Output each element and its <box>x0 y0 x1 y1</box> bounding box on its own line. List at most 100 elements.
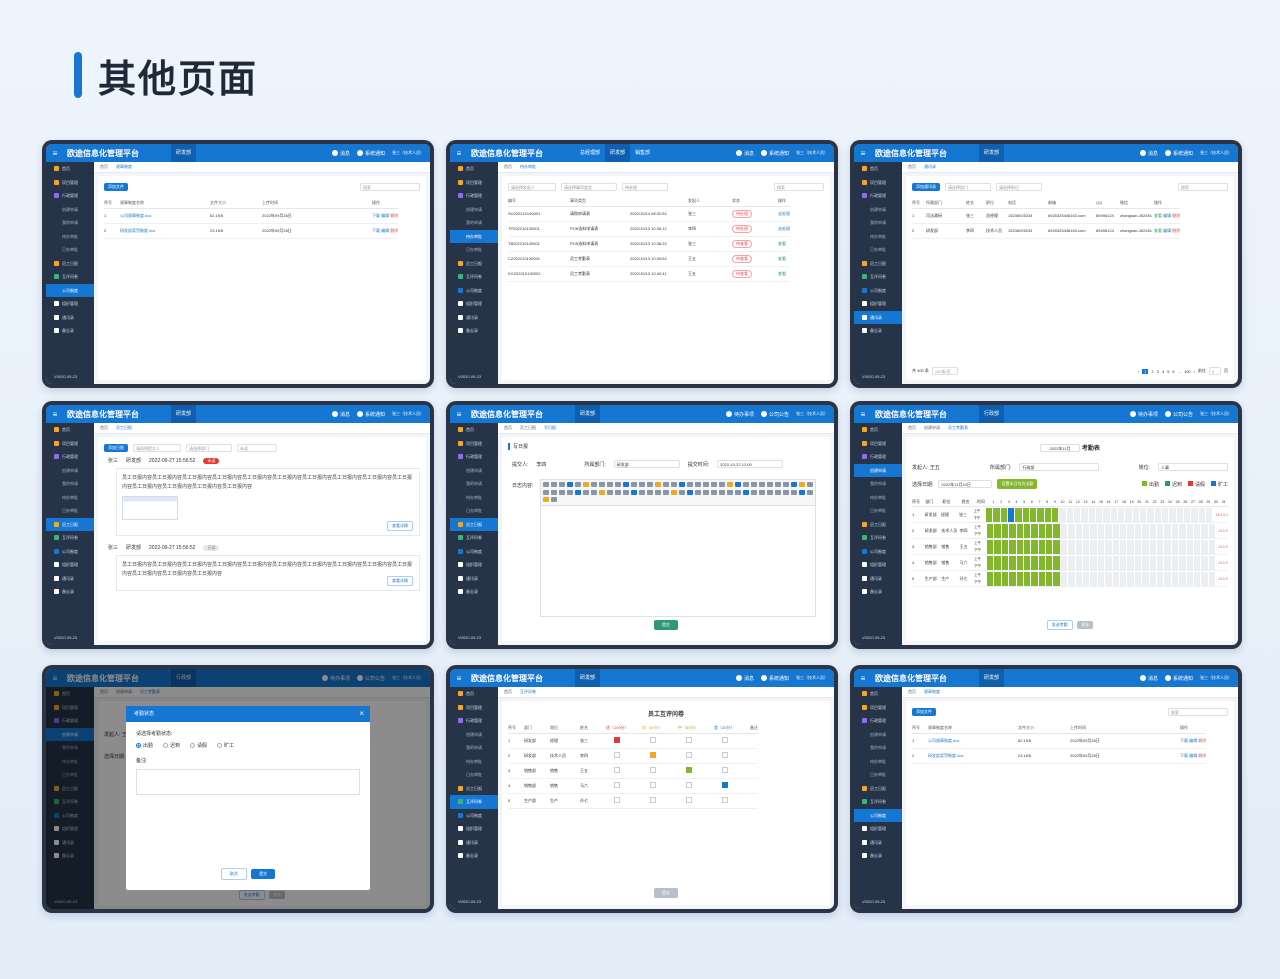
sidebar-item[interactable]: 互评问卷 <box>854 270 902 284</box>
checkbox-icon[interactable] <box>686 737 692 743</box>
dept-tab[interactable]: 总经理部 <box>575 144 605 162</box>
editor-tool-icon[interactable] <box>751 482 757 487</box>
sidebar-item[interactable]: 待办审批 <box>46 230 94 244</box>
attendance-cell[interactable] <box>1112 523 1119 538</box>
attendance-cell[interactable] <box>1023 523 1031 538</box>
sidebar-item[interactable]: 项目管理 <box>450 437 498 451</box>
attendance-cell[interactable] <box>1193 539 1201 554</box>
editor-tool-icon[interactable] <box>647 489 653 495</box>
edit-link[interactable]: 编辑 <box>381 213 389 218</box>
attendance-cell[interactable] <box>1112 555 1119 570</box>
read-select[interactable]: 未读 <box>237 444 277 452</box>
editor-tool-icon[interactable] <box>799 482 805 487</box>
sidebar-item[interactable]: 行政管理 <box>854 189 902 203</box>
attendance-cell[interactable] <box>1164 571 1171 586</box>
attendance-cell[interactable] <box>1193 555 1201 570</box>
tool-msg[interactable]: 消息 <box>331 150 350 157</box>
user-menu[interactable]: 张三（技术人员） <box>392 411 424 417</box>
attendance-cell[interactable] <box>1068 555 1075 570</box>
view-detail-button[interactable]: 查看详情 <box>387 576 413 586</box>
download-link[interactable]: 下载 <box>372 228 380 233</box>
checkbox-icon[interactable] <box>686 797 692 803</box>
sidebar-item[interactable]: 组织管理 <box>450 558 498 572</box>
action-link[interactable]: 去处理 <box>778 206 790 222</box>
attendance-cell[interactable] <box>1096 507 1103 522</box>
editor-tool-icon[interactable] <box>775 482 781 487</box>
sidebar-item[interactable]: 首页 <box>46 423 94 437</box>
sidebar-item[interactable]: 互评问卷 <box>450 795 498 809</box>
checkbox-checked-icon[interactable] <box>650 752 656 758</box>
sidebar-item[interactable]: 行政管理 <box>854 714 902 728</box>
attendance-cell[interactable] <box>1023 571 1031 586</box>
attendance-cell[interactable] <box>1090 555 1097 570</box>
tool-notice[interactable]: 系统通知 <box>1164 675 1193 682</box>
attendance-cell[interactable] <box>1179 555 1186 570</box>
attendance-cell[interactable] <box>1201 555 1208 570</box>
editor-tool-icon[interactable] <box>575 482 581 487</box>
attendance-cell[interactable] <box>1001 523 1009 538</box>
attendance-cell[interactable] <box>1083 539 1090 554</box>
checkbox-checked-icon[interactable] <box>614 737 620 743</box>
attendance-cell[interactable] <box>1103 507 1110 522</box>
editor-tool-icon[interactable] <box>711 489 717 495</box>
delete-link[interactable]: 删除 <box>390 228 398 233</box>
checkbox-icon[interactable] <box>614 797 620 803</box>
editor-tool-icon[interactable] <box>711 482 717 487</box>
dept-tab[interactable]: 行政部 <box>979 405 1005 423</box>
attendance-cell[interactable] <box>1142 555 1149 570</box>
attendance-cell[interactable] <box>1134 571 1142 586</box>
attendance-cell[interactable] <box>1179 523 1186 538</box>
attendance-cell[interactable] <box>1074 507 1081 522</box>
add-contact-button[interactable]: 添加通讯录 <box>912 183 940 191</box>
crumb-home[interactable]: 首页 <box>100 425 108 431</box>
file-link[interactable]: 研发部奖罚制度.doc <box>928 748 1018 764</box>
sidebar-item[interactable]: 创建申请 <box>450 203 498 217</box>
attendance-cell[interactable] <box>1156 539 1164 554</box>
attendance-cell[interactable] <box>1105 539 1112 554</box>
edit-link[interactable]: 编辑 <box>1189 753 1197 758</box>
attendance-cell[interactable] <box>1193 523 1201 538</box>
sidebar-item[interactable]: 通讯录 <box>46 572 94 586</box>
sidebar-item[interactable]: 已办审批 <box>450 504 498 518</box>
editor-tool-icon[interactable] <box>679 489 685 495</box>
editor-tool-icon[interactable] <box>687 482 693 487</box>
sidebar-item[interactable]: 待办审批 <box>450 229 498 243</box>
sidebar-item[interactable]: 备忘录 <box>450 585 498 599</box>
editor-tool-icon[interactable] <box>671 489 677 495</box>
tool-msg[interactable]: 消息 <box>1139 675 1158 682</box>
sidebar-item[interactable]: 行政管理 <box>450 714 498 728</box>
editor-tool-icon[interactable] <box>727 482 733 487</box>
editor-tool-icon[interactable] <box>647 482 653 487</box>
dept-tab[interactable]: 研发部 <box>605 144 631 162</box>
sidebar-item[interactable]: 已办审批 <box>46 243 94 257</box>
sidebar-item[interactable]: 互评问卷 <box>854 795 902 809</box>
tool-msg[interactable]: 消息 <box>735 675 754 682</box>
attendance-cell[interactable] <box>1053 523 1060 538</box>
view-detail-button[interactable]: 查看详情 <box>387 521 413 531</box>
delete-link[interactable]: 删除 <box>1198 753 1206 758</box>
editor-tool-icon[interactable] <box>783 482 789 487</box>
action-link[interactable]: 查看 <box>778 236 790 252</box>
attendance-cell[interactable] <box>1205 507 1213 522</box>
file-link[interactable]: 研发部奖罚制度.doc <box>120 223 210 239</box>
sidebar-item[interactable]: 员工日报 <box>46 257 94 271</box>
dept-tab[interactable]: 研发部 <box>575 405 601 423</box>
editor-tool-icon[interactable] <box>551 497 557 503</box>
attendance-cell[interactable] <box>1060 523 1068 538</box>
attendance-cell[interactable] <box>1075 571 1083 586</box>
sidebar-item[interactable]: 首页 <box>854 687 902 701</box>
editor-tool-icon[interactable] <box>607 489 613 495</box>
attendance-cell[interactable] <box>1031 539 1038 554</box>
attendance-cell[interactable] <box>1000 507 1008 522</box>
editor-tool-icon[interactable] <box>543 489 549 495</box>
editor-tool-icon[interactable] <box>743 482 749 487</box>
editor-tool-icon[interactable] <box>791 482 797 487</box>
submit-button[interactable]: 提交 <box>654 620 678 630</box>
attendance-cell[interactable] <box>1105 555 1112 570</box>
checkbox-icon[interactable] <box>650 737 656 743</box>
dept-select[interactable]: 请选择部门 <box>945 183 991 191</box>
tool-notice[interactable]: 系统通知 <box>356 411 385 418</box>
search-input[interactable]: 搜索 <box>774 183 824 191</box>
editor-tool-icon[interactable] <box>703 482 709 487</box>
sidebar-item[interactable]: 员工日报 <box>854 518 902 532</box>
